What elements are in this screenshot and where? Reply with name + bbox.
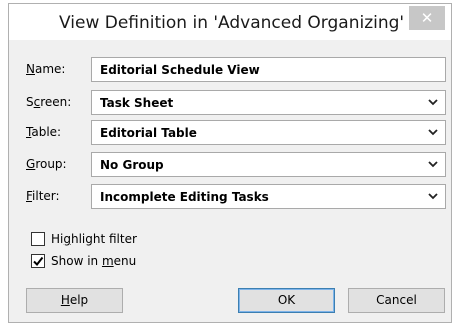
highlight-filter-label: Highlight filter: [51, 232, 137, 246]
help-button[interactable]: Help: [26, 288, 123, 313]
show-in-menu-label: Show in menu: [51, 254, 137, 268]
table-label: Table:: [26, 125, 62, 139]
close-button[interactable]: ✕: [409, 6, 445, 30]
cancel-label: Cancel: [376, 293, 417, 307]
chevron-down-icon: [428, 161, 438, 168]
table-row: Table: Editorial Table: [9, 120, 451, 146]
table-value: Editorial Table: [100, 126, 197, 140]
ok-label: OK: [277, 293, 296, 307]
filter-select[interactable]: Incomplete Editing Tasks: [91, 184, 446, 209]
view-definition-dialog: View Definition in 'Advanced Organizing'…: [8, 3, 452, 323]
chevron-down-icon: [428, 129, 438, 136]
ok-button[interactable]: OK: [238, 288, 335, 313]
cancel-button[interactable]: Cancel: [348, 288, 445, 313]
screen-row: Screen: Task Sheet: [9, 90, 451, 116]
show-in-menu-checkbox[interactable]: [31, 254, 45, 268]
highlight-filter-checkbox[interactable]: [31, 232, 45, 246]
name-row: Name: Editorial Schedule View: [9, 57, 451, 83]
filter-row: Filter: Incomplete Editing Tasks: [9, 184, 451, 210]
title-bar: View Definition in 'Advanced Organizing'…: [9, 4, 451, 40]
group-label: Group:: [26, 157, 67, 171]
screen-label: Screen:: [26, 95, 72, 109]
chevron-down-icon: [428, 99, 438, 106]
group-row: Group: No Group: [9, 152, 451, 178]
table-select[interactable]: Editorial Table: [91, 120, 446, 145]
filter-label: Filter:: [26, 189, 60, 203]
name-input[interactable]: Editorial Schedule View: [91, 57, 446, 82]
screen-value: Task Sheet: [100, 96, 174, 110]
close-icon: ✕: [420, 9, 434, 27]
checkmark-icon: [33, 256, 44, 267]
name-label: Name:: [26, 62, 66, 76]
dialog-title: View Definition in 'Advanced Organizing': [59, 13, 405, 33]
chevron-down-icon: [428, 193, 438, 200]
screen-select[interactable]: Task Sheet: [91, 90, 446, 115]
group-select[interactable]: No Group: [91, 152, 446, 177]
name-value: Editorial Schedule View: [100, 63, 260, 77]
filter-value: Incomplete Editing Tasks: [100, 190, 269, 204]
group-value: No Group: [100, 158, 164, 172]
